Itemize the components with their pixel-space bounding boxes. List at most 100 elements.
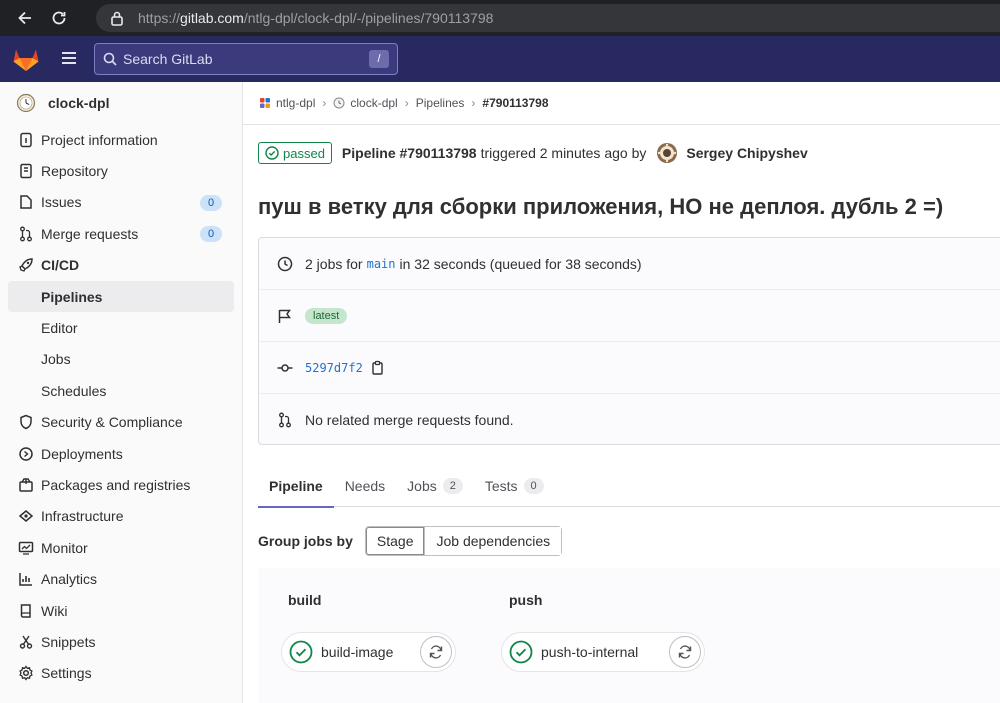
triggered-text: triggered 2 minutes ago by xyxy=(480,145,647,161)
sidebar-item-snippets[interactable]: Snippets xyxy=(0,626,242,657)
group-by-toggle: Stage Job dependencies xyxy=(364,526,563,556)
check-circle-icon xyxy=(265,146,279,160)
breadcrumb-current[interactable]: #790113798 xyxy=(482,96,548,110)
job-push-to-internal[interactable]: push-to-internal xyxy=(501,632,705,672)
gitlab-top-bar: Search GitLab / xyxy=(0,36,1000,82)
reload-button[interactable] xyxy=(42,0,76,36)
merge-request-icon xyxy=(18,226,34,242)
group-by-dependencies-button[interactable]: Job dependencies xyxy=(424,527,562,555)
sidebar-item-analytics[interactable]: Analytics xyxy=(0,563,242,594)
user-avatar[interactable] xyxy=(656,142,678,164)
search-input[interactable]: Search GitLab / xyxy=(94,43,398,75)
breadcrumb-project[interactable]: clock-dpl xyxy=(333,96,398,110)
project-name: clock-dpl xyxy=(48,95,110,111)
commit-sha-link[interactable]: 5297d7f2 xyxy=(305,361,363,375)
tab-needs[interactable]: Needs xyxy=(334,465,396,507)
sidebar: clock-dpl Project information Repository… xyxy=(0,82,243,703)
status-badge[interactable]: passed xyxy=(258,142,332,164)
latest-badge: latest xyxy=(305,307,348,324)
jobs-prefix-text: 2 jobs for xyxy=(305,255,363,272)
menu-hamburger-icon[interactable] xyxy=(60,50,78,66)
sidebar-item-wiki[interactable]: Wiki xyxy=(0,595,242,626)
sidebar-item-deployments[interactable]: Deployments xyxy=(0,438,242,469)
success-check-icon xyxy=(289,640,313,664)
cloud-gear-icon xyxy=(18,508,34,524)
group-jobs-by: Group jobs by Stage Job dependencies xyxy=(258,526,563,556)
search-placeholder: Search GitLab xyxy=(123,51,213,67)
sidebar-item-label: Wiki xyxy=(41,602,68,619)
sidebar-item-monitor[interactable]: Monitor xyxy=(0,532,242,563)
sidebar-item-pipelines[interactable]: Pipelines xyxy=(8,280,234,313)
group-by-label: Group jobs by xyxy=(258,533,353,549)
sidebar-item-label: Security & Compliance xyxy=(41,414,183,431)
sidebar-item-repository[interactable]: Repository xyxy=(0,155,242,186)
search-icon xyxy=(103,52,117,66)
tab-tests[interactable]: Tests 0 xyxy=(474,465,555,507)
tab-label: Needs xyxy=(344,478,386,494)
jobs-suffix-text: in 32 seconds (queued for 38 seconds) xyxy=(399,255,642,272)
branch-link[interactable]: main xyxy=(367,257,396,271)
tab-label: Tests xyxy=(484,478,518,494)
chart-icon xyxy=(18,571,34,587)
pipeline-tabs: Pipeline Needs Jobs 2 Tests 0 xyxy=(258,465,1000,508)
back-button[interactable] xyxy=(8,0,42,36)
pipeline-name: Pipeline #790113798 xyxy=(341,145,477,161)
project-avatar-clock-icon xyxy=(16,93,36,113)
stage-title-build: build xyxy=(288,592,322,608)
sidebar-item-editor[interactable]: Editor xyxy=(0,312,242,343)
sidebar-item-infrastructure[interactable]: Infrastructure xyxy=(0,501,242,532)
sidebar-item-label: CI/CD xyxy=(41,257,80,274)
page-title: пуш в ветку для сборки приложения, НО не… xyxy=(258,194,944,219)
stage-title-push: push xyxy=(509,592,543,608)
issues-count-badge: 0 xyxy=(200,194,222,211)
sidebar-item-security-compliance[interactable]: Security & Compliance xyxy=(0,407,242,438)
sidebar-item-settings[interactable]: Settings xyxy=(0,658,242,689)
sidebar-item-ci-cd[interactable]: CI/CD xyxy=(0,250,242,281)
breadcrumb: ntlg-dpl › clock-dpl › Pipelines › #7901… xyxy=(259,96,549,110)
group-by-stage-button[interactable]: Stage xyxy=(365,527,425,555)
info-row-duration: 2 jobs for main in 32 seconds (queued fo… xyxy=(259,238,1000,290)
shield-icon xyxy=(18,414,34,430)
tab-jobs[interactable]: Jobs 2 xyxy=(396,465,474,507)
retry-button[interactable] xyxy=(420,636,452,668)
copy-sha-button[interactable] xyxy=(371,360,385,376)
gear-icon xyxy=(18,665,34,681)
url-path: /ntlg-dpl/clock-dpl/-/pipelines/79011379… xyxy=(243,10,494,26)
user-name-link[interactable]: Sergey Chipyshev xyxy=(686,145,807,161)
breadcrumb-separator: › xyxy=(404,96,409,110)
sidebar-item-packages-registries[interactable]: Packages and registries xyxy=(0,469,242,500)
jobs-count-badge: 2 xyxy=(442,478,463,494)
sidebar-item-label: Packages and registries xyxy=(41,476,191,493)
sidebar-item-issues[interactable]: Issues 0 xyxy=(0,187,242,218)
browser-toolbar: https://gitlab.com/ntlg-dpl/clock-dpl/-/… xyxy=(0,0,1000,36)
lock-icon xyxy=(111,11,123,26)
issues-icon xyxy=(18,194,34,210)
breadcrumb-group[interactable]: ntlg-dpl xyxy=(259,96,315,110)
retry-icon xyxy=(678,645,692,659)
group-avatar-icon xyxy=(260,98,270,108)
sidebar-item-project-information[interactable]: Project information xyxy=(0,124,242,155)
sidebar-item-merge-requests[interactable]: Merge requests 0 xyxy=(0,218,242,249)
sidebar-item-schedules[interactable]: Schedules xyxy=(0,375,242,406)
status-label: passed xyxy=(283,145,325,161)
retry-button[interactable] xyxy=(669,636,701,668)
flag-icon xyxy=(276,308,294,324)
job-name: push-to-internal xyxy=(541,644,639,660)
book-icon xyxy=(18,163,34,179)
address-bar[interactable]: https://gitlab.com/ntlg-dpl/clock-dpl/-/… xyxy=(96,4,1000,32)
breadcrumb-group-label: ntlg-dpl xyxy=(276,96,316,110)
sidebar-item-label: Deployments xyxy=(41,445,123,462)
deployments-icon xyxy=(18,446,34,462)
main-content: ntlg-dpl › clock-dpl › Pipelines › #7901… xyxy=(243,82,1000,703)
merge-requests-count-badge: 0 xyxy=(200,226,222,243)
search-shortcut-key: / xyxy=(369,50,389,68)
sidebar-item-label: Pipelines xyxy=(41,288,103,305)
breadcrumb-pipelines[interactable]: Pipelines xyxy=(416,96,465,110)
info-row-commit: 5297d7f2 xyxy=(259,342,1000,394)
tab-pipeline[interactable]: Pipeline xyxy=(258,465,334,508)
gitlab-logo-icon[interactable] xyxy=(12,46,40,72)
sidebar-project-header[interactable]: clock-dpl xyxy=(0,82,242,124)
job-build-image[interactable]: build-image xyxy=(281,632,456,672)
clock-icon xyxy=(276,256,294,272)
sidebar-item-jobs[interactable]: Jobs xyxy=(0,344,242,375)
